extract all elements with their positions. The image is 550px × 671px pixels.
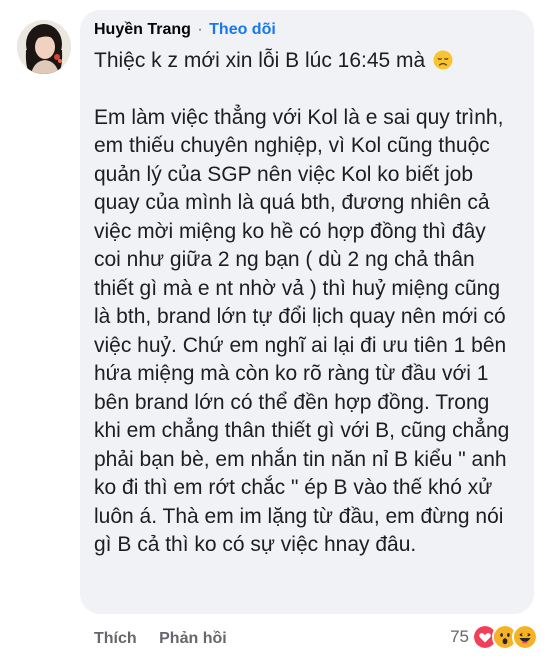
follow-link[interactable]: Theo dõi [209,21,276,38]
separator-dot: · [197,21,203,38]
comment-body: Em làm việc thẳng với Kol là e sai quy t… [94,105,510,557]
like-button[interactable]: Thích [94,630,137,647]
avatar-photo [17,20,71,74]
reply-button[interactable]: Phản hồi [159,630,227,647]
comment-screenshot: Huyền Trang · Theo dõi Thiệc k z mới xin… [0,0,550,671]
reactions-summary[interactable]: 75 [450,622,538,652]
reaction-count: 75 [450,627,469,646]
comment-first-line-text: Thiệc k z mới xin lỗi B lúc 16:45 mà [94,49,426,72]
comment-header: Huyền Trang · Theo dõi [94,20,516,40]
comment-actions: Thích Phản hồi [94,628,245,650]
avatar[interactable] [17,20,71,74]
disappointed-face-icon [433,50,453,70]
comment-first-line: Thiệc k z mới xin lỗi B lúc 16:45 mà [94,47,516,76]
haha-reaction-icon [512,624,538,650]
author-name[interactable]: Huyền Trang [94,21,191,38]
comment-text: Thiệc k z mới xin lỗi B lúc 16:45 mà Em … [94,47,516,560]
comment-bubble: Huyền Trang · Theo dõi Thiệc k z mới xin… [80,10,534,614]
